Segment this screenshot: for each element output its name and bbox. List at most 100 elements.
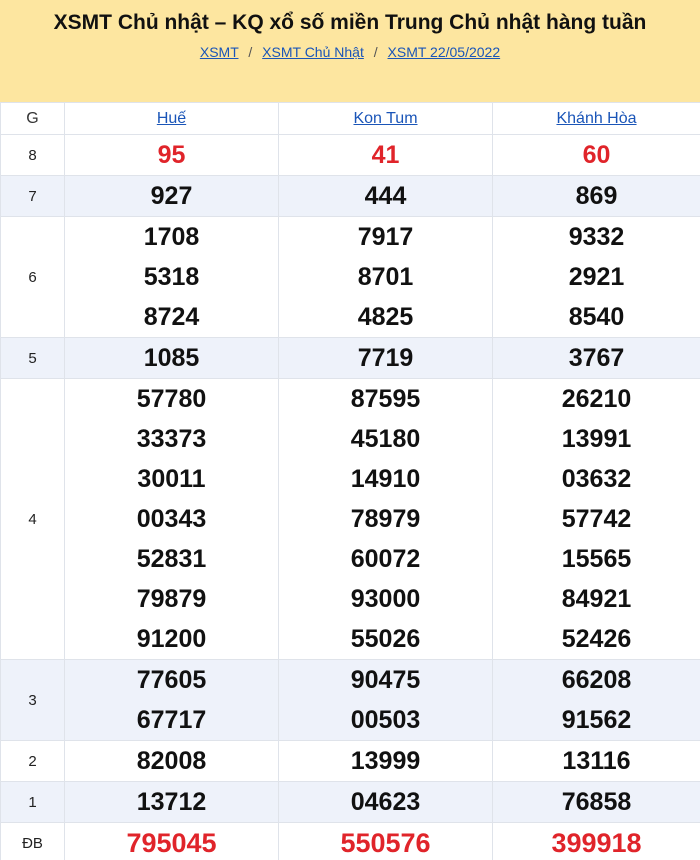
result-cell: 7917 8701 4825: [278, 216, 493, 338]
result-number: 87595: [350, 385, 421, 413]
result-number: 84921: [561, 585, 632, 613]
result-number: 13712: [136, 788, 207, 816]
breadcrumb-separator: /: [373, 44, 378, 60]
breadcrumb-link-xsmt-chu-nhat[interactable]: XSMT Chủ Nhật: [262, 44, 364, 60]
table-row: ĐB 795045 550576 399918: [0, 822, 700, 860]
province-link-khanh-hoa[interactable]: Khánh Hòa: [556, 110, 636, 127]
result-number: 30011: [137, 465, 206, 493]
result-number: 15565: [561, 545, 632, 573]
result-number: 76858: [561, 788, 632, 816]
result-cell: 66208 91562: [492, 659, 700, 741]
result-number: 550576: [340, 828, 431, 858]
result-number: 45180: [350, 425, 421, 453]
result-cell: 60: [492, 134, 700, 176]
table-row: 1 13712 04623 76858: [0, 781, 700, 823]
table-row: 3 77605 67717 90475 00503 66208 91562: [0, 659, 700, 741]
result-cell: 13116: [492, 740, 700, 782]
result-number: 67717: [136, 706, 207, 734]
result-number: 3767: [568, 344, 625, 372]
result-number: 82008: [136, 747, 207, 775]
result-number: 04623: [350, 788, 421, 816]
result-number: 91562: [561, 706, 632, 734]
result-cell: 57780 33373 30011 00343 52831 79879 91200: [64, 378, 279, 660]
prize-label: ĐB: [0, 822, 65, 860]
result-number: 14910: [350, 465, 421, 493]
result-number: 90475: [350, 666, 421, 694]
result-number: 399918: [551, 828, 642, 858]
result-number: 78979: [350, 505, 421, 533]
result-cell: 550576: [278, 822, 493, 860]
table-row: 5 1085 7719 3767: [0, 337, 700, 379]
results-table: G Huế Kon Tum Khánh Hòa 8 95 41 60 7 927 444 86…: [0, 102, 700, 860]
prize-label: 4: [0, 378, 65, 660]
result-number: 66208: [561, 666, 632, 694]
result-number: 03632: [561, 465, 632, 493]
table-header-row: G Huế Kon Tum Khánh Hòa: [0, 102, 700, 135]
breadcrumb-link-xsmt[interactable]: XSMT: [200, 44, 239, 60]
result-cell: 795045: [64, 822, 279, 860]
result-number: 5318: [143, 263, 200, 291]
result-number: 4825: [357, 303, 414, 331]
result-number: 52831: [136, 545, 207, 573]
province-header-khanh-hoa: Khánh Hòa: [492, 102, 700, 135]
result-number: 9332: [568, 223, 625, 251]
prize-label: 3: [0, 659, 65, 741]
prize-label: 7: [0, 175, 65, 217]
result-number: 00343: [136, 505, 207, 533]
table-row: 6 1708 5318 8724 7917 8701 4825 9332 2921 8540: [0, 216, 700, 338]
result-number: 93000: [350, 585, 421, 613]
result-cell: 1708 5318 8724: [64, 216, 279, 338]
result-number: 95: [157, 141, 186, 169]
result-cell: 869: [492, 175, 700, 217]
province-link-kon-tum[interactable]: Kon Tum: [353, 110, 417, 127]
result-cell: 76858: [492, 781, 700, 823]
table-row: 2 82008 13999 13116: [0, 740, 700, 782]
province-link-hue[interactable]: Huế: [157, 110, 186, 127]
prize-label: 2: [0, 740, 65, 782]
result-number: 77605: [136, 666, 207, 694]
result-cell: 90475 00503: [278, 659, 493, 741]
result-number: 1708: [143, 223, 200, 251]
result-number: 52426: [561, 625, 632, 653]
result-number: 869: [575, 182, 618, 210]
result-cell: 77605 67717: [64, 659, 279, 741]
result-cell: 04623: [278, 781, 493, 823]
result-cell: 444: [278, 175, 493, 217]
result-number: 33373: [136, 425, 207, 453]
result-cell: 13712: [64, 781, 279, 823]
prize-label: 6: [0, 216, 65, 338]
page-title: XSMT Chủ nhật – KQ xổ số miền Trung Chủ …: [53, 11, 647, 34]
result-number: 57780: [136, 385, 207, 413]
result-number: 79879: [136, 585, 207, 613]
result-cell: 13999: [278, 740, 493, 782]
prize-label: 8: [0, 134, 65, 176]
table-row: 7 927 444 869: [0, 175, 700, 217]
result-number: 13116: [562, 747, 631, 775]
result-cell: 82008: [64, 740, 279, 782]
result-number: 41: [371, 141, 400, 169]
result-cell: 9332 2921 8540: [492, 216, 700, 338]
result-number: 00503: [350, 706, 421, 734]
province-header-hue: Huế: [64, 102, 279, 135]
results-body: 8 95 41 60 7 927 444 869 6 1708 5318 8724 7917 8701 48…: [0, 134, 700, 860]
result-number: 795045: [126, 828, 217, 858]
table-row: 4 57780 33373 30011 00343 52831 79879 91200 8759…: [0, 378, 700, 660]
prize-label: 1: [0, 781, 65, 823]
result-cell: 927: [64, 175, 279, 217]
result-number: 7917: [357, 223, 414, 251]
breadcrumb-link-date[interactable]: XSMT 22/05/2022: [388, 44, 501, 60]
result-cell: 7719: [278, 337, 493, 379]
page-header: XSMT Chủ nhật – KQ xổ số miền Trung Chủ …: [0, 0, 700, 102]
prize-label: 5: [0, 337, 65, 379]
result-number: 7719: [357, 344, 414, 372]
prize-column-header: G: [0, 102, 65, 135]
result-cell: 95: [64, 134, 279, 176]
result-number: 927: [150, 182, 193, 210]
result-number: 444: [364, 182, 407, 210]
result-number: 60072: [350, 545, 421, 573]
result-cell: 26210 13991 03632 57742 15565 84921 52426: [492, 378, 700, 660]
result-number: 8540: [568, 303, 625, 331]
province-header-kon-tum: Kon Tum: [278, 102, 493, 135]
result-number: 26210: [561, 385, 632, 413]
result-cell: 399918: [492, 822, 700, 860]
